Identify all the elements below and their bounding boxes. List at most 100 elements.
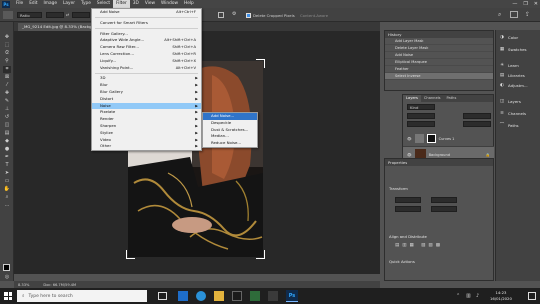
- quick-mask-icon[interactable]: ◎: [3, 274, 11, 281]
- filter-menu-item-noise[interactable]: Noise ▶: [92, 102, 201, 110]
- fill-field[interactable]: [463, 121, 491, 127]
- notifications-icon[interactable]: [528, 292, 536, 300]
- height-input[interactable]: [431, 197, 457, 203]
- move-tool-icon[interactable]: ✥: [3, 34, 11, 41]
- layer-name[interactable]: Curves 1: [439, 137, 455, 141]
- filter-menu-item-add-noise[interactable]: Add Noise Alt+Ctrl+F: [92, 9, 201, 16]
- photoshop-logo[interactable]: Ps: [2, 0, 10, 8]
- windows-start-icon[interactable]: [4, 292, 12, 300]
- dock-item-adjustm[interactable]: ◐ Adjustm...: [499, 82, 528, 88]
- history-row[interactable]: Elliptical Marquee: [385, 59, 493, 66]
- dodge-tool-icon[interactable]: ●: [3, 146, 11, 153]
- history-row[interactable]: Feather: [385, 66, 493, 73]
- filter-menu-item-vanishing-point[interactable]: Vanishing Point... Alt+Ctrl+V: [92, 65, 201, 72]
- minimize-icon[interactable]: —: [512, 1, 517, 7]
- dock-item-layers[interactable]: ◫ Layers: [499, 98, 521, 104]
- filter-menu-item-liquify[interactable]: Liquify... Shift+Ctrl+X: [92, 58, 201, 65]
- filter-menu-item-stylize[interactable]: Stylize ▶: [92, 130, 201, 137]
- maximize-icon[interactable]: ❐: [523, 1, 527, 7]
- menu-type[interactable]: Type: [78, 0, 94, 8]
- filter-menu-item-pixelate[interactable]: Pixelate ▶: [92, 109, 201, 116]
- zoom-tool-icon[interactable]: ⌕: [3, 194, 11, 201]
- rectangle-tool-icon[interactable]: ▭: [3, 178, 11, 185]
- y-input[interactable]: [431, 206, 457, 212]
- blur-tool-icon[interactable]: ◆: [3, 138, 11, 145]
- lock-options[interactable]: [407, 121, 435, 127]
- history-row[interactable]: Select Inverse: [385, 73, 493, 80]
- quick-select-tool-icon[interactable]: ⚲: [3, 58, 11, 65]
- marquee-tool-icon[interactable]: ⬚: [3, 42, 11, 49]
- noise-menu-item-despeckle[interactable]: Despeckle: [203, 120, 257, 127]
- pen-tool-icon[interactable]: ✒: [3, 154, 11, 161]
- menu-view[interactable]: View: [142, 0, 158, 8]
- menu-filter[interactable]: Filter: [113, 0, 130, 8]
- chevron-up-icon[interactable]: ⌃: [456, 293, 460, 299]
- history-row[interactable]: Delete Layer Mask: [385, 45, 493, 52]
- history-row[interactable]: Add Layer Mask: [385, 38, 493, 45]
- brush-tool-icon[interactable]: ✎: [3, 98, 11, 105]
- filter-menu-item-filter-gallery[interactable]: Filter Gallery...: [92, 31, 201, 38]
- document-info[interactable]: Doc: 66.7M/59.4M: [43, 283, 76, 287]
- gear-icon[interactable]: ⚙: [232, 11, 238, 17]
- transform-section-title[interactable]: Transform: [385, 186, 493, 191]
- tab-properties[interactable]: Properties: [388, 160, 407, 165]
- dock-item-paths[interactable]: ⌒ Paths: [499, 122, 519, 129]
- eyedropper-tool-icon[interactable]: ⁄: [3, 82, 11, 89]
- ratio-dropdown[interactable]: Ratio: [17, 12, 42, 18]
- noise-menu-item-reduce-noise[interactable]: Reduce Noise...: [203, 140, 257, 147]
- frame-tool-icon[interactable]: ⊠: [3, 74, 11, 81]
- healing-brush-tool-icon[interactable]: ✚: [3, 90, 11, 97]
- dock-item-channels[interactable]: ≡ Channels: [499, 110, 526, 116]
- history-brush-tool-icon[interactable]: ↺: [3, 114, 11, 121]
- filter-menu-item-3d[interactable]: 3D ▶: [92, 75, 201, 82]
- filter-menu-item-adaptive-wide-angle[interactable]: Adaptive Wide Angle... Alt+Shift+Ctrl+A: [92, 37, 201, 44]
- dock-item-learn[interactable]: ☀ Learn: [499, 62, 519, 68]
- delete-cropped-checkbox[interactable]: [246, 12, 251, 18]
- app2-icon[interactable]: [268, 291, 278, 301]
- share-icon[interactable]: ⇪: [525, 11, 530, 18]
- noise-menu-item-median[interactable]: Median...: [203, 133, 257, 140]
- align-buttons[interactable]: ▤▥▦ ▧▨▩: [395, 243, 443, 248]
- crop-tool-preset-icon[interactable]: [3, 11, 13, 19]
- filter-menu-item-distort[interactable]: Distort ▶: [92, 96, 201, 103]
- x-input[interactable]: [395, 206, 421, 212]
- blend-mode-dropdown[interactable]: [407, 113, 435, 119]
- history-tab[interactable]: History: [388, 32, 402, 37]
- taskbar-clock[interactable]: 14:23 16/01/2020: [490, 290, 512, 301]
- tab-paths[interactable]: Paths: [444, 95, 460, 102]
- quick-actions-section-title[interactable]: Quick Actions: [385, 259, 415, 264]
- filter-menu-item-camera-raw-filter[interactable]: Camera Raw Filter... Shift+Ctrl+A: [92, 44, 201, 51]
- filter-menu-item-render[interactable]: Render ▶: [92, 116, 201, 123]
- more-tools-icon[interactable]: …: [3, 202, 11, 209]
- volume-icon[interactable]: ♪: [476, 293, 479, 299]
- dock-item-color[interactable]: ◑ Color: [499, 34, 518, 40]
- crop-handle-bottom-right[interactable]: [256, 250, 265, 259]
- lasso-tool-icon[interactable]: ᘓ: [3, 50, 11, 57]
- tab-channels[interactable]: Channels: [421, 95, 444, 102]
- eye-icon[interactable]: 👁: [407, 137, 412, 141]
- align-section-title[interactable]: Align and Distribute: [385, 234, 427, 239]
- hand-tool-icon[interactable]: ✋: [3, 186, 11, 193]
- dock-item-swatches[interactable]: ▦ Swatches: [499, 46, 527, 52]
- layer-filter-dropdown[interactable]: Kind: [407, 104, 435, 110]
- close-icon[interactable]: ✕: [534, 1, 538, 7]
- workspace-icon[interactable]: [510, 11, 518, 18]
- noise-menu-item-add-noise[interactable]: Add Noise...: [203, 113, 257, 120]
- mail-icon[interactable]: [232, 291, 242, 301]
- filter-menu-item-other[interactable]: Other ▶: [92, 143, 201, 150]
- height-field[interactable]: [72, 12, 90, 18]
- filter-menu-item-video[interactable]: Video ▶: [92, 137, 201, 144]
- filter-menu-item-convert-for-smart-filters[interactable]: Convert for Smart Filters: [92, 20, 201, 27]
- menu-edit[interactable]: Edit: [26, 0, 40, 8]
- task-view-icon[interactable]: [158, 292, 167, 300]
- photoshop-taskbar-icon[interactable]: Ps: [286, 290, 298, 302]
- menu-window[interactable]: Window: [158, 0, 181, 8]
- search-icon[interactable]: ⌕: [498, 11, 501, 19]
- crop-handle-bottom-left[interactable]: [126, 250, 135, 259]
- foreground-color-swatch[interactable]: [3, 264, 10, 271]
- filter-menu-item-lens-correction[interactable]: Lens Correction... Shift+Ctrl+R: [92, 51, 201, 58]
- tab-layers[interactable]: Layers: [403, 95, 421, 102]
- file-explorer-icon[interactable]: [214, 291, 224, 301]
- type-tool-icon[interactable]: T: [3, 162, 11, 169]
- menu-help[interactable]: Help: [181, 0, 197, 8]
